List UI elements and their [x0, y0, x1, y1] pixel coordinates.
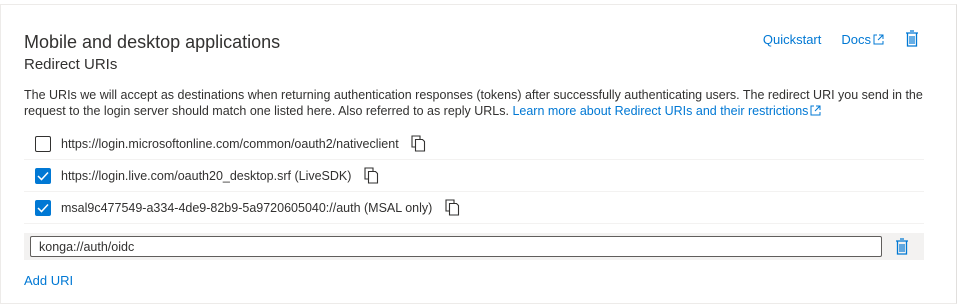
copy-icon: [411, 135, 426, 152]
learn-more-link[interactable]: Learn more about Redirect URIs and their…: [512, 104, 821, 118]
description: The URIs we will accept as destinations …: [24, 87, 934, 119]
external-link-icon: [873, 34, 884, 44]
uri-text: https://login.live.com/oauth20_desktop.s…: [61, 168, 352, 183]
copy-icon: [445, 199, 459, 216]
learn-more-label: Learn more about Redirect URIs and their…: [512, 104, 809, 118]
copy-button[interactable]: [363, 167, 379, 185]
section-title: Mobile and desktop applications: [24, 32, 281, 52]
uri-checkbox[interactable]: [35, 167, 51, 184]
trash-icon: [896, 237, 908, 255]
trash-icon: [906, 30, 918, 47]
docs-link[interactable]: Docs: [841, 32, 884, 47]
copy-button[interactable]: [444, 199, 460, 217]
docs-link-label: Docs: [841, 31, 871, 47]
delete-uri-button[interactable]: [894, 237, 910, 257]
uri-row: msal9c477549-a334-4de9-82b9-5a9720605040…: [24, 192, 924, 224]
uri-text: msal9c477549-a334-4de9-82b9-5a9720605040…: [61, 200, 433, 215]
uri-text: https://login.microsoftonline.com/common…: [61, 136, 399, 151]
uri-row: https://login.microsoftonline.com/common…: [24, 128, 924, 160]
delete-platform-button[interactable]: [904, 29, 920, 49]
copy-icon: [364, 167, 378, 184]
external-link-icon: [810, 105, 821, 116]
quickstart-link[interactable]: Quickstart: [763, 32, 822, 47]
checkmark-icon: [37, 171, 49, 181]
new-uri-input[interactable]: [30, 236, 882, 257]
uri-checkbox[interactable]: [35, 199, 51, 216]
copy-button[interactable]: [411, 135, 427, 153]
redirect-uri-panel: Mobile and desktop applications Redirect…: [0, 4, 957, 304]
uri-row: https://login.live.com/oauth20_desktop.s…: [24, 160, 924, 192]
header-actions: Quickstart Docs: [763, 29, 920, 49]
new-uri-row: [24, 233, 924, 260]
add-uri-link[interactable]: Add URI: [24, 273, 73, 288]
checkmark-icon: [37, 203, 49, 213]
uri-checkbox[interactable]: [35, 135, 51, 152]
section-subtitle: Redirect URIs: [24, 56, 118, 73]
